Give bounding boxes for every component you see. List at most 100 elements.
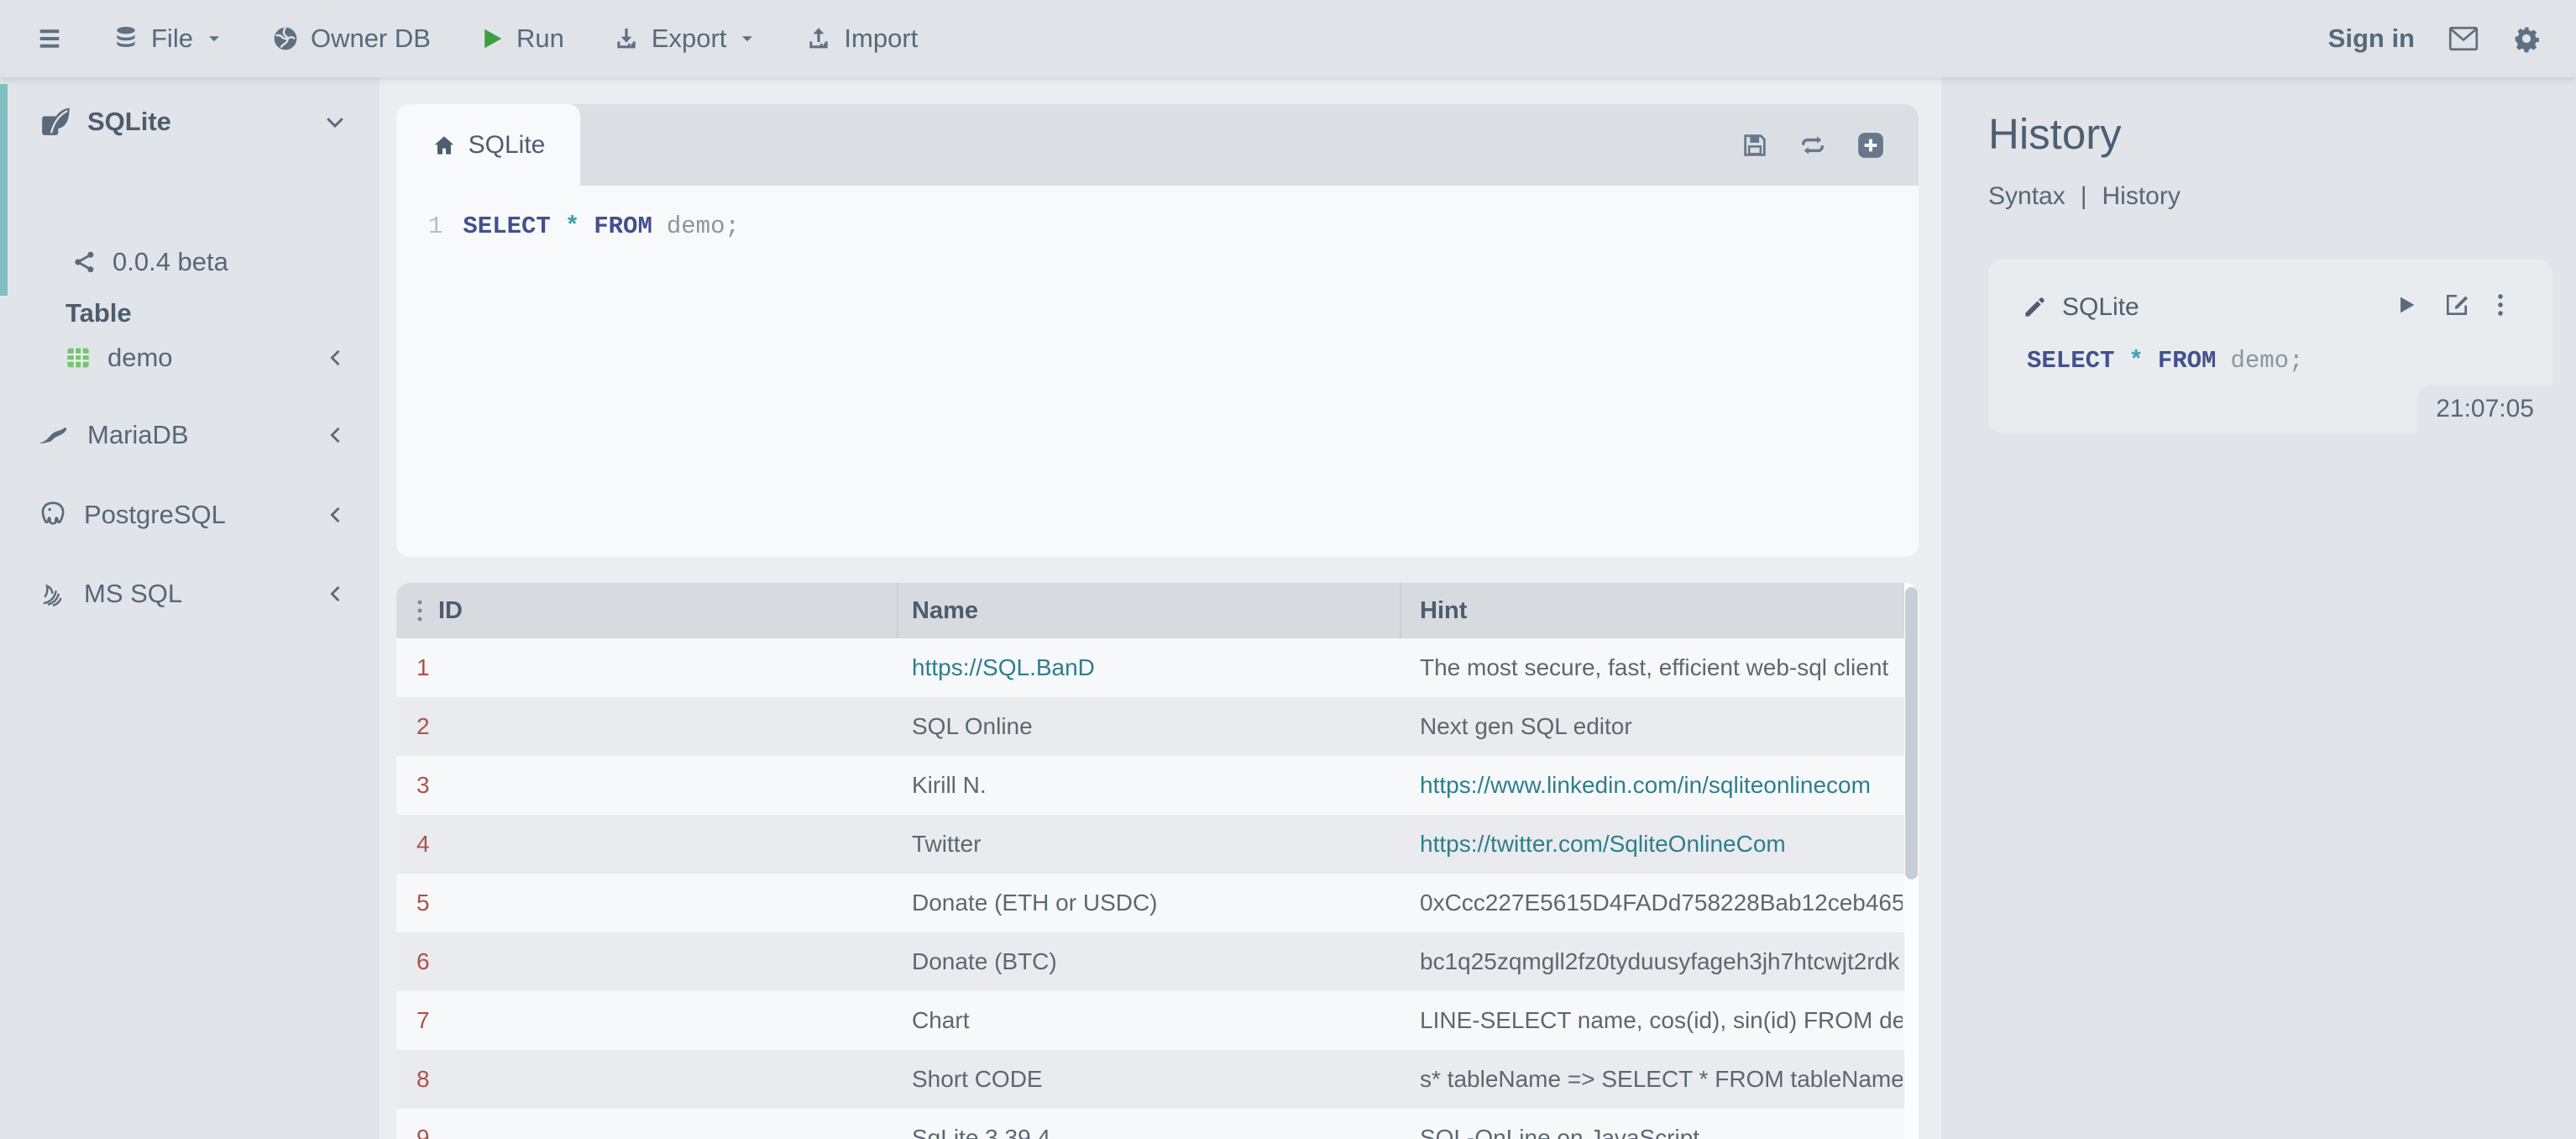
sqlite-feather-icon bbox=[39, 105, 72, 139]
cell-id: 7 bbox=[396, 1007, 898, 1034]
cell-id: 4 bbox=[396, 831, 898, 858]
file-menu[interactable]: File bbox=[113, 24, 223, 54]
cell-id: 1 bbox=[396, 654, 898, 681]
sql-identifier: demo; bbox=[2230, 347, 2303, 375]
history-entry-card[interactable]: SQLite SELECT*FROMdemo; 21:07:05 bbox=[1988, 260, 2552, 433]
sidebar-item-postgresql[interactable]: PostgreSQL bbox=[0, 495, 380, 535]
sidebar-item-sqlite[interactable]: SQLite bbox=[0, 102, 380, 142]
cell-hint: https://twitter.com/SqliteOnlineCom bbox=[1401, 831, 1903, 858]
table-row[interactable]: 6 Donate (BTC) bc1q25zqmgll2fz0tyduusyfa… bbox=[396, 932, 1904, 991]
sql-editor[interactable]: 1SELECT*FROMdemo; bbox=[396, 186, 1919, 240]
table-row[interactable]: 1 https://SQL.BanD The most secure, fast… bbox=[396, 638, 1904, 697]
play-icon[interactable] bbox=[2395, 293, 2418, 317]
chevron-left-icon[interactable] bbox=[324, 503, 348, 527]
history-title: History bbox=[1988, 109, 2576, 159]
column-header-id[interactable]: ID bbox=[396, 583, 898, 638]
sql-operator-star: * bbox=[565, 213, 579, 240]
history-entry-sql: SELECT*FROMdemo; bbox=[2027, 347, 2303, 375]
chevron-left-icon[interactable] bbox=[324, 423, 348, 447]
cell-name: SQL Online bbox=[898, 713, 1401, 740]
import-button[interactable]: Import bbox=[805, 24, 918, 54]
sidebar-section-table: Table bbox=[0, 293, 380, 333]
history-tabs: Syntax | History bbox=[1988, 182, 2576, 211]
chevron-down-icon bbox=[205, 29, 223, 48]
table-row[interactable]: 8 Short CODE s* tableName => SELECT * FR… bbox=[396, 1050, 1904, 1109]
sidebar-item-version[interactable]: 0.0.4 beta bbox=[0, 242, 380, 282]
cell-hint: 0xCcc227E5615D4FADd758228Bab12ceb465... bbox=[1401, 890, 1903, 916]
line-number: 1 bbox=[428, 213, 442, 240]
cell-hint: s* tableName => SELECT * FROM tableName.… bbox=[1401, 1066, 1903, 1093]
sidebar-item-demo-table[interactable]: demo bbox=[0, 338, 380, 378]
tab-separator: | bbox=[2081, 182, 2087, 211]
cell-hint: bc1q25zqmgll2fz0tyduusyfageh3jh7htcwjt2r… bbox=[1401, 948, 1903, 975]
cell-id: 6 bbox=[396, 948, 898, 975]
sql-keyword-select: SELECT bbox=[463, 213, 550, 240]
table-grid-icon bbox=[64, 344, 92, 371]
save-icon[interactable] bbox=[1741, 131, 1769, 160]
run-label: Run bbox=[516, 24, 564, 54]
refresh-repeat-icon[interactable] bbox=[1798, 131, 1828, 160]
table-row[interactable]: 2 SQL Online Next gen SQL editor bbox=[396, 697, 1904, 756]
mail-icon[interactable] bbox=[2448, 26, 2479, 51]
table-row[interactable]: 4 Twitter https://twitter.com/SqliteOnli… bbox=[396, 815, 1904, 874]
sidebar-item-mariadb[interactable]: MariaDB bbox=[0, 415, 380, 455]
owner-db-label: Owner DB bbox=[311, 24, 431, 54]
run-button[interactable]: Run bbox=[479, 24, 564, 54]
column-name-label: Name bbox=[912, 597, 978, 625]
cell-name: SqLite 3.39.4 bbox=[898, 1125, 1401, 1139]
sign-in-button[interactable]: Sign in bbox=[2328, 24, 2415, 54]
sql-keyword-from: FROM bbox=[594, 213, 652, 240]
cell-id: 3 bbox=[396, 772, 898, 799]
column-id-label: ID bbox=[438, 597, 463, 625]
hamburger-menu-icon[interactable] bbox=[35, 26, 64, 51]
pencil-icon bbox=[2022, 295, 2047, 320]
table-row[interactable]: 5 Donate (ETH or USDC) 0xCcc227E5615D4FA… bbox=[396, 874, 1904, 932]
sidebar-item-mssql[interactable]: MS SQL bbox=[0, 574, 380, 614]
cell-hint: The most secure, fast, efficient web-sql… bbox=[1401, 654, 1903, 681]
sidebar-demo-label: demo bbox=[107, 343, 173, 373]
column-header-name[interactable]: Name bbox=[898, 583, 1401, 638]
cell-name: Twitter bbox=[898, 831, 1401, 858]
cell-name: Donate (ETH or USDC) bbox=[898, 890, 1401, 916]
cell-id: 5 bbox=[396, 890, 898, 916]
table-row[interactable]: 7 Chart LINE-SELECT name, cos(id), sin(i… bbox=[396, 991, 1904, 1050]
sidebar-version-label: 0.0.4 beta bbox=[113, 247, 228, 277]
drag-dots-icon[interactable] bbox=[415, 598, 425, 623]
cell-name: Donate (BTC) bbox=[898, 948, 1401, 975]
owner-db-button[interactable]: Owner DB bbox=[272, 24, 431, 54]
export-menu[interactable]: Export bbox=[613, 24, 757, 54]
mariadb-seal-icon bbox=[37, 421, 72, 449]
home-icon bbox=[432, 133, 457, 158]
chevron-left-icon[interactable] bbox=[324, 346, 348, 370]
chevron-left-icon[interactable] bbox=[324, 582, 348, 606]
tab-sqlite[interactable]: SQLite bbox=[396, 104, 580, 186]
results-scrollbar[interactable] bbox=[1904, 583, 1919, 1139]
import-label: Import bbox=[844, 24, 918, 54]
chevron-down-icon[interactable] bbox=[322, 109, 348, 134]
cell-hint: LINE-SELECT name, cos(id), sin(id) FROM … bbox=[1401, 1007, 1903, 1034]
sidebar-mssql-label: MS SQL bbox=[84, 579, 182, 609]
tab-syntax[interactable]: Syntax bbox=[1988, 182, 2066, 211]
cell-hint: https://www.linkedin.com/in/sqliteonline… bbox=[1401, 772, 1903, 799]
history-panel: History Syntax | History SQLite bbox=[1941, 77, 2576, 1139]
add-tab-icon[interactable] bbox=[1856, 131, 1885, 160]
kebab-menu-icon[interactable] bbox=[2495, 292, 2505, 318]
sidebar-sqlite-label: SQLite bbox=[87, 107, 171, 137]
main-content: SQLite bbox=[380, 77, 1941, 1139]
table-row[interactable]: 9 SqLite 3.39.4 SQL-OnLine on JavaScript bbox=[396, 1109, 1904, 1139]
column-hint-label: Hint bbox=[1420, 597, 1467, 625]
upload-icon bbox=[805, 25, 832, 52]
gear-icon[interactable] bbox=[2512, 24, 2541, 53]
share-icon bbox=[72, 249, 97, 275]
editor-tabbar: SQLite bbox=[396, 104, 1919, 186]
edit-icon[interactable] bbox=[2443, 291, 2470, 318]
results-body: 1 https://SQL.BanD The most secure, fast… bbox=[396, 638, 1919, 1139]
file-menu-label: File bbox=[151, 24, 193, 54]
results-scrollbar-thumb[interactable] bbox=[1905, 587, 1918, 879]
sql-operator-star: * bbox=[2128, 347, 2143, 375]
cell-id: 2 bbox=[396, 713, 898, 740]
column-header-hint[interactable]: Hint bbox=[1401, 583, 1903, 638]
tab-history[interactable]: History bbox=[2102, 182, 2181, 211]
cell-name: Short CODE bbox=[898, 1066, 1401, 1093]
table-row[interactable]: 3 Kirill N. https://www.linkedin.com/in/… bbox=[396, 756, 1904, 815]
